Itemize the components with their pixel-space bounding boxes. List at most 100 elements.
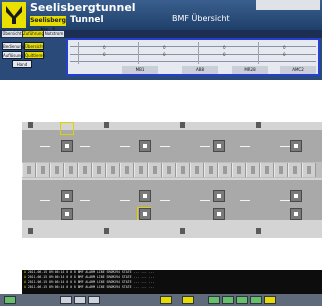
tab-notstrom[interactable]: Notstrom <box>44 31 64 37</box>
camera-icon[interactable] <box>213 208 225 220</box>
tunnel-section-cell <box>246 163 260 177</box>
app-title: Seelisbergtunnel <box>30 1 136 14</box>
wall-post <box>256 228 261 234</box>
nav-icon[interactable] <box>4 296 16 304</box>
tunnel-section-cell <box>162 163 176 177</box>
tunnel-section-cell <box>50 163 64 177</box>
tunnel-section-cell <box>92 163 106 177</box>
lane-marking <box>200 146 210 147</box>
camera-icon[interactable] <box>139 190 151 202</box>
uebersicht-button[interactable]: Übersicht <box>24 42 44 50</box>
top-tab-bar: Übersicht Zuführungen Notstrom <box>0 30 322 38</box>
lane-marking <box>120 146 130 147</box>
camera-icon[interactable] <box>61 208 73 220</box>
lane-marking <box>280 146 290 147</box>
lane-marking <box>280 200 290 201</box>
tunnel-label: Tunnel <box>70 15 104 25</box>
tunnel-section-cell <box>64 163 78 177</box>
aufloesung-button[interactable]: Auflösung <box>2 51 23 59</box>
hand-button[interactable]: Hand <box>12 60 32 68</box>
measurement-tick: 0 <box>283 45 286 50</box>
wall-post <box>28 122 33 128</box>
tunnel-section-cell <box>36 163 50 177</box>
log-severity: A <box>24 285 26 289</box>
nav-icon[interactable] <box>88 296 100 304</box>
nav-icon[interactable] <box>236 296 248 304</box>
camera-icon[interactable] <box>139 208 151 220</box>
lane-marking <box>40 200 50 201</box>
wall-post <box>104 122 109 128</box>
view-title: BMF Übersicht <box>172 14 230 23</box>
camera-selection-frame <box>60 122 74 135</box>
lane-marking <box>120 200 130 201</box>
lane-marking <box>80 146 90 147</box>
camera-icon[interactable] <box>61 190 73 202</box>
camera-icon[interactable] <box>213 140 225 152</box>
tunnel-section-cell <box>232 163 246 177</box>
nav-icon[interactable] <box>160 296 172 304</box>
tunnel-section-cell <box>274 163 288 177</box>
measurement-cell: 0 0 <box>198 42 255 64</box>
measurement-cell: 0 0 <box>138 42 195 64</box>
nav-icon[interactable] <box>250 296 262 304</box>
log-time: 2011.06.15 09:06:14 <box>27 280 65 284</box>
nav-icon[interactable] <box>74 296 86 304</box>
lane-marking <box>40 146 50 147</box>
camera-icon[interactable] <box>290 208 302 220</box>
tunnel-section-cell <box>148 163 162 177</box>
app-window: Seelisbergtunnel Seelisberg Nr. 1 Tunnel… <box>0 0 322 306</box>
tab-zufuehrungen[interactable]: Zuführungen <box>23 31 49 37</box>
measurement-label-ab8[interactable]: AB8 <box>182 66 218 74</box>
measurement-label-mr28[interactable]: MR28 <box>232 66 268 74</box>
nav-icon[interactable] <box>222 296 234 304</box>
lane-marking <box>200 200 210 201</box>
wall-post <box>28 228 33 234</box>
tunnel-section-cell <box>204 163 218 177</box>
measurement-panel: 0 0 0 0 0 0 0 0 MB1 AB8 MR28 AMC2 <box>66 38 320 76</box>
tunnel-section-cell <box>288 163 302 177</box>
measurement-cell: 0 0 <box>78 42 135 64</box>
camera-icon[interactable] <box>213 190 225 202</box>
measurement-tick: 0 <box>103 52 106 57</box>
measurement-label-mb1[interactable]: MB1 <box>122 66 158 74</box>
camera-icon[interactable] <box>290 190 302 202</box>
log-severity: A <box>24 270 26 274</box>
log-severity: A <box>24 280 26 284</box>
header-status-box <box>256 0 320 10</box>
log-time: 2011.06.15 09:06:14 <box>27 270 65 274</box>
nav-icon[interactable] <box>208 296 220 304</box>
tunnel-section-cell <box>120 163 134 177</box>
tunnel-section-cell <box>78 163 92 177</box>
log-time: 2011.06.15 09:06:14 <box>27 285 65 289</box>
camera-icon[interactable] <box>290 140 302 152</box>
lane-marking <box>80 200 90 201</box>
tunnel-section-cell <box>260 163 274 177</box>
wall-post <box>256 122 261 128</box>
wall-post <box>104 228 109 234</box>
measurement-tick: 0 <box>103 45 106 50</box>
camera-icon[interactable] <box>139 140 151 152</box>
nav-icon[interactable] <box>182 296 194 304</box>
nav-icon[interactable] <box>264 296 276 304</box>
bedienung-button[interactable]: Bedienung <box>2 42 24 50</box>
quittieren-button[interactable]: Quittieren <box>24 51 45 59</box>
log-text: 0 0 0 BMF ALARM LINE SROM294 STATE ... .… <box>66 275 155 279</box>
tunnel-section-cell <box>176 163 190 177</box>
header-bar: Seelisbergtunnel Seelisberg Nr. 1 Tunnel… <box>0 0 322 34</box>
lane-marking <box>240 146 250 147</box>
camera-icon[interactable] <box>61 140 73 152</box>
bottom-toolbar <box>0 294 322 306</box>
tab-uebersicht[interactable]: Übersicht <box>2 31 22 37</box>
nav-icon[interactable] <box>60 296 72 304</box>
tunnel-section-cell <box>134 163 148 177</box>
measurement-label-amc2[interactable]: AMC2 <box>280 66 316 74</box>
measurement-tick: 0 <box>223 52 226 57</box>
section-badge[interactable]: Seelisberg Nr. 1 <box>30 16 66 34</box>
lane-marking <box>160 200 170 201</box>
measurement-tick: 0 <box>283 52 286 57</box>
log-row[interactable]: A 2011.06.15 09:06:14 0 0 0 BMF ALARM LI… <box>24 285 155 290</box>
tunnel-section-cell <box>302 163 316 177</box>
log-time: 2011.06.15 09:06:14 <box>27 275 65 279</box>
lane-marking <box>160 146 170 147</box>
log-severity: A <box>24 275 26 279</box>
